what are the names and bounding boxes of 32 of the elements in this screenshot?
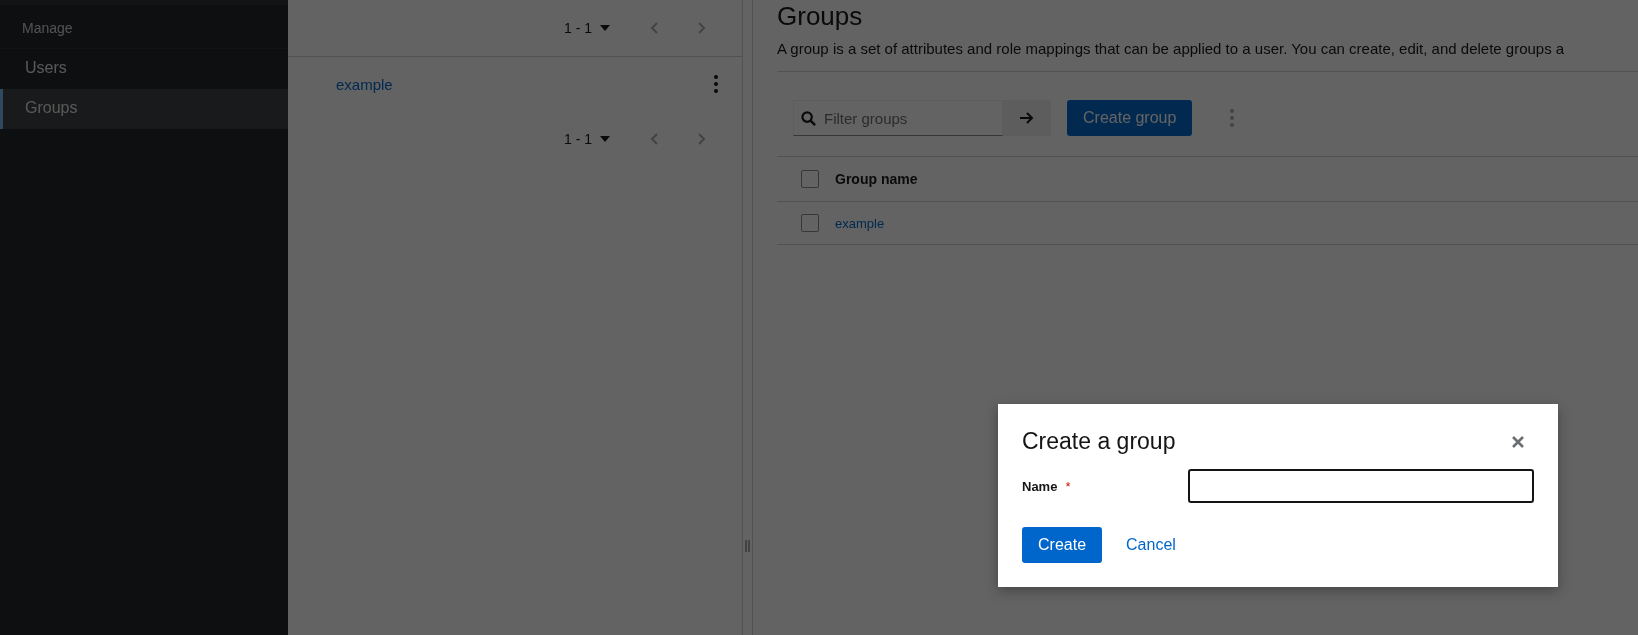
caret-icon <box>600 136 610 142</box>
section-heading: Manage <box>0 20 288 49</box>
pagination-range[interactable]: 1 - 1 <box>564 20 610 36</box>
next-icon[interactable] <box>698 22 706 34</box>
previous-icon[interactable] <box>650 22 658 34</box>
previous-icon[interactable] <box>650 133 658 145</box>
search-field[interactable]: Filter groups <box>793 100 1003 136</box>
group-link[interactable]: example <box>835 215 885 231</box>
caret-icon <box>600 25 610 31</box>
kebab-icon[interactable] <box>1230 109 1235 127</box>
page-title: Groups <box>777 0 864 32</box>
kebab-icon[interactable] <box>714 75 718 93</box>
row-checkbox[interactable] <box>801 214 819 232</box>
arrow-right-icon <box>1020 112 1034 124</box>
field-label: Name <box>1022 478 1058 494</box>
create-group-button[interactable]: Create group <box>1067 100 1193 136</box>
cancel-link[interactable]: Cancel <box>1118 528 1184 562</box>
search-submit-button[interactable] <box>1003 100 1051 136</box>
modal-title: Create a group <box>1022 428 1176 455</box>
column-header: Group name <box>835 171 918 187</box>
pagination-range[interactable]: 1 - 1 <box>564 131 610 147</box>
next-icon[interactable] <box>698 133 706 145</box>
required-mark: * <box>1065 478 1071 494</box>
select-all-checkbox[interactable] <box>801 170 819 188</box>
tree-item[interactable]: example <box>336 75 393 93</box>
name-input-field[interactable] <box>1188 469 1534 503</box>
resize-handle-icon[interactable] <box>745 540 750 552</box>
close-icon[interactable] <box>1512 435 1524 448</box>
nav-item[interactable]: Users <box>0 49 288 89</box>
page-description: A group is a set of attributes and role mappings that can be applied to a user. You can create, edit, and delete groups a <box>777 40 1638 72</box>
create-button[interactable]: Create <box>1022 527 1103 563</box>
search-icon <box>801 111 816 126</box>
